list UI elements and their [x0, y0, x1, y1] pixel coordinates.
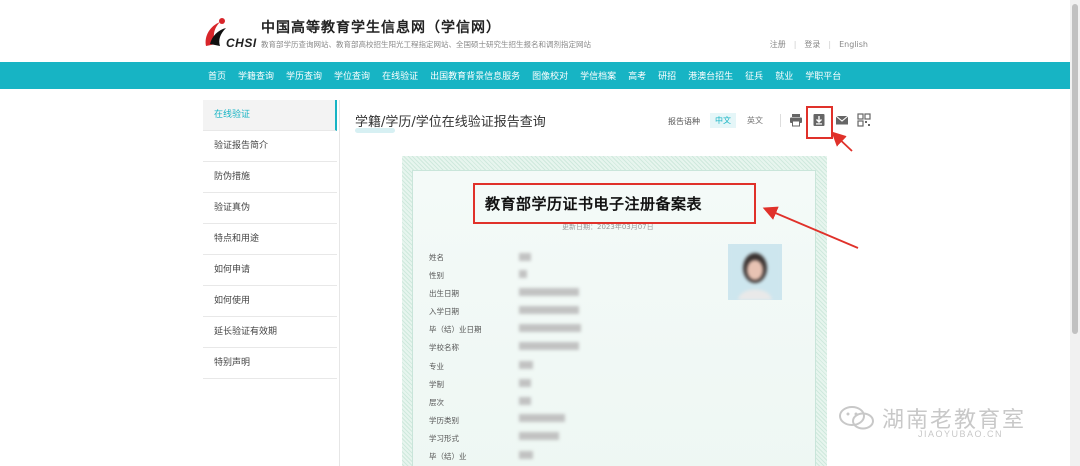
- nav-item-online-verify[interactable]: 在线验证: [382, 69, 418, 82]
- field-label-education-type: 学历类别: [429, 416, 459, 425]
- redacted-value: [519, 397, 531, 405]
- nav-item-employment[interactable]: 就业: [775, 69, 793, 82]
- sidebar-item-verify-authenticity[interactable]: 验证真伪: [203, 193, 337, 224]
- redacted-value: [519, 451, 533, 459]
- language-english-button[interactable]: 英文: [742, 113, 768, 128]
- nav-item-military[interactable]: 征兵: [745, 69, 763, 82]
- english-link[interactable]: English: [839, 40, 868, 49]
- field-label-graduation: 毕（结）业: [429, 452, 467, 461]
- student-photo: [728, 244, 782, 300]
- field-label-gender: 性别: [429, 271, 444, 280]
- redacted-value: [519, 306, 579, 314]
- divider: [780, 114, 781, 127]
- redacted-value: [519, 324, 581, 332]
- login-link[interactable]: 登录: [804, 39, 820, 50]
- report-language-label: 报告语种: [668, 117, 700, 126]
- redacted-value: [519, 361, 533, 369]
- mail-icon[interactable]: [835, 113, 849, 127]
- qrcode-icon[interactable]: [857, 113, 871, 127]
- sidebar-item-extend-validity[interactable]: 延长验证有效期: [203, 317, 337, 348]
- redacted-value: [519, 432, 559, 440]
- sidebar-item-features[interactable]: 特点和用途: [203, 224, 337, 255]
- language-chinese-button[interactable]: 中文: [710, 113, 736, 128]
- field-label-graduate-date: 毕（结）业日期: [429, 325, 482, 334]
- sidebar-item-disclaimer[interactable]: 特别声明: [203, 348, 337, 379]
- nav-item-gaokao[interactable]: 高考: [628, 69, 646, 82]
- nav-item-home[interactable]: 首页: [208, 69, 226, 82]
- sidebar-item-how-to-use[interactable]: 如何使用: [203, 286, 337, 317]
- site-title: 中国高等教育学生信息网（学信网）: [261, 20, 501, 36]
- title-accent: [355, 128, 395, 133]
- redacted-value: [519, 379, 531, 387]
- nav-item-enrollment-query[interactable]: 学籍查询: [238, 69, 274, 82]
- redacted-value: [519, 253, 531, 261]
- redacted-value: [519, 288, 579, 296]
- redacted-value: [519, 342, 579, 350]
- top-links: 注册 | 登录 | English: [770, 39, 868, 50]
- divider: |: [828, 40, 832, 49]
- field-label-level: 层次: [429, 398, 444, 407]
- sidebar-item-online-verify[interactable]: 在线验证: [203, 100, 337, 131]
- field-label-study-mode: 学习形式: [429, 434, 459, 443]
- sidebar: 在线验证 验证报告简介 防伪措施 验证真伪 特点和用途 如何申请 如何使用 延长…: [203, 100, 337, 379]
- nav-item-degree-certificate-query[interactable]: 学历查询: [286, 69, 322, 82]
- redacted-value: [519, 270, 527, 278]
- title-highlight-box: [473, 183, 756, 224]
- field-label-birthdate: 出生日期: [429, 289, 459, 298]
- nav-item-image-check[interactable]: 图像校对: [532, 69, 568, 82]
- page: CHSI 中国高等教育学生信息网（学信网） 教育部学历查询网站、教育部高校招生阳…: [0, 0, 1080, 466]
- divider: [339, 100, 340, 466]
- nav-item-graduate[interactable]: 研招: [658, 69, 676, 82]
- site-subtitle: 教育部学历查询网站、教育部高校招生阳光工程指定网站、全国硕士研究生招生报名和调剂…: [261, 40, 591, 49]
- nav-item-archive[interactable]: 学信档案: [580, 69, 616, 82]
- sidebar-item-how-to-apply[interactable]: 如何申请: [203, 255, 337, 286]
- field-label-name: 姓名: [429, 253, 444, 262]
- redacted-value: [519, 414, 565, 422]
- register-link[interactable]: 注册: [770, 39, 786, 50]
- divider: |: [793, 40, 797, 49]
- logo-text: CHSI: [226, 36, 257, 50]
- sidebar-item-anti-fake[interactable]: 防伪措施: [203, 162, 337, 193]
- nav-item-degree-query[interactable]: 学位查询: [334, 69, 370, 82]
- scrollbar-thumb[interactable]: [1072, 4, 1078, 334]
- field-label-major: 专业: [429, 362, 444, 371]
- print-icon[interactable]: [789, 113, 803, 127]
- main-nav: 首页 学籍查询 学历查询 学位查询 在线验证 出国教育背景信息服务 图像校对 学…: [0, 62, 1080, 89]
- nav-item-career[interactable]: 学职平台: [805, 69, 841, 82]
- download-highlight-box: [806, 106, 833, 139]
- nav-item-hkmt[interactable]: 港澳台招生: [688, 69, 733, 82]
- site-header: CHSI 中国高等教育学生信息网（学信网） 教育部学历查询网站、教育部高校招生阳…: [0, 0, 1080, 62]
- field-label-enroll-date: 入学日期: [429, 307, 459, 316]
- field-label-duration: 学制: [429, 380, 444, 389]
- watermark-domain: JIAOYUBAO.CN: [918, 429, 1004, 439]
- sidebar-item-report-intro[interactable]: 验证报告简介: [203, 131, 337, 162]
- field-label-school: 学校名称: [429, 343, 459, 352]
- nav-item-overseas-service[interactable]: 出国教育背景信息服务: [430, 69, 520, 82]
- wechat-icon: [839, 406, 874, 430]
